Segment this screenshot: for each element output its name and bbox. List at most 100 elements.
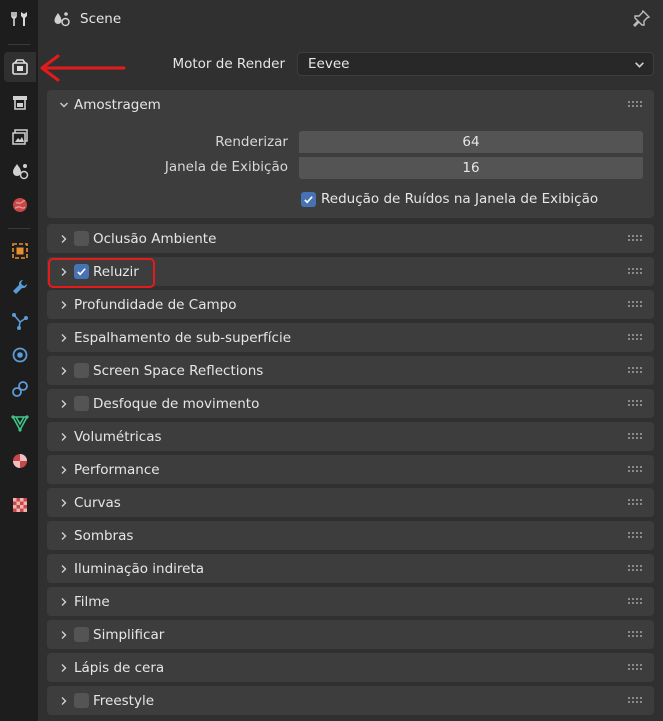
- output-tab[interactable]: [4, 88, 36, 118]
- panel-header-performance[interactable]: Performance: [47, 455, 654, 484]
- viewport-samples-label: Janela de Exibição: [164, 159, 288, 175]
- view-layer-icon: [12, 129, 28, 145]
- panel-title: Curvas: [74, 494, 121, 511]
- panel-desfoque-de-movimento: Desfoque de movimento: [47, 389, 654, 418]
- chevron-right-icon: [61, 432, 67, 441]
- panel-header-sombras[interactable]: Sombras: [47, 521, 654, 550]
- drag-handle-icon[interactable]: [628, 598, 644, 604]
- panel-enable-checkbox[interactable]: [74, 627, 89, 642]
- drag-handle-icon[interactable]: [628, 565, 644, 571]
- world-tab[interactable]: [4, 190, 36, 220]
- panel-header-desfoque-de-movimento[interactable]: Desfoque de movimento: [47, 389, 654, 418]
- panel-title: Volumétricas: [74, 428, 162, 445]
- panel-title: Amostragem: [74, 96, 161, 113]
- panel-volumetricas: Volumétricas: [47, 422, 654, 451]
- panel-espalhamento-de-sub-superficie: Espalhamento de sub-superfície: [47, 323, 654, 352]
- viewport-denoise-label: Redução de Ruídos na Janela de Exibição: [321, 191, 599, 207]
- drag-handle-icon[interactable]: [628, 334, 644, 340]
- panel-title: Screen Space Reflections: [93, 362, 264, 379]
- chevron-right-icon: [61, 498, 67, 507]
- render-samples-label: Renderizar: [215, 134, 288, 150]
- particles-tab[interactable]: [4, 306, 36, 336]
- chevron-right-icon: [61, 234, 67, 243]
- panel-title: Espalhamento de sub-superfície: [74, 329, 292, 346]
- viewport-denoise-checkbox[interactable]: Redução de Ruídos na Janela de Exibição: [301, 190, 598, 208]
- panel-profundidade-de-campo: Profundidade de Campo: [47, 290, 654, 319]
- drag-handle-icon[interactable]: [628, 367, 644, 373]
- drag-handle-icon[interactable]: [628, 697, 644, 703]
- panel-performance: Performance: [47, 455, 654, 484]
- chevron-right-icon: [61, 300, 67, 309]
- scene-tab[interactable]: [4, 156, 36, 186]
- panel-header-espalhamento-de-sub-superficie[interactable]: Espalhamento de sub-superfície: [47, 323, 654, 352]
- object-icon: [12, 243, 28, 259]
- panel-lapis-de-cera: Lápis de cera: [47, 653, 654, 682]
- render-engine-label: Motor de Render: [172, 56, 285, 72]
- data-tab[interactable]: [4, 408, 36, 438]
- drag-handle-icon[interactable]: [628, 433, 644, 439]
- panel-header-iluminacao-indireta[interactable]: Iluminação indireta: [47, 554, 654, 583]
- panel-header-oclusao-ambiente[interactable]: Oclusão Ambiente: [47, 224, 654, 253]
- chevron-right-icon: [61, 630, 67, 639]
- render-samples-row: Renderizar 64: [47, 131, 654, 153]
- chevron-right-icon: [61, 597, 67, 606]
- panel-oclusao-ambiente: Oclusão Ambiente: [47, 224, 654, 253]
- panel-enable-checkbox[interactable]: [74, 231, 89, 246]
- physics-tab[interactable]: [4, 340, 36, 370]
- render-engine-select[interactable]: Eevee: [297, 52, 654, 76]
- chevron-down-icon: [635, 62, 644, 68]
- drag-handle-icon[interactable]: [628, 532, 644, 538]
- chevron-right-icon: [61, 696, 67, 705]
- chevron-right-icon: [61, 399, 67, 408]
- panel-header-filme[interactable]: Filme: [47, 587, 654, 616]
- panel-header-screen-space-reflections[interactable]: Screen Space Reflections: [47, 356, 654, 385]
- panel-header-curvas[interactable]: Curvas: [47, 488, 654, 517]
- material-icon: [13, 454, 27, 468]
- drag-handle-icon[interactable]: [628, 101, 644, 107]
- panel-enable-checkbox[interactable]: [74, 693, 89, 708]
- drag-handle-icon[interactable]: [628, 235, 644, 241]
- panel-title: Reluzir: [93, 263, 139, 280]
- panel-enable-checkbox[interactable]: [74, 363, 89, 378]
- panel-simplificar: Simplificar: [47, 620, 654, 649]
- panel-title: Iluminação indireta: [74, 560, 205, 577]
- drag-handle-icon[interactable]: [628, 499, 644, 505]
- panel-title: Freestyle: [93, 692, 155, 709]
- panel-header-lapis-de-cera[interactable]: Lápis de cera: [47, 653, 654, 682]
- drag-handle-icon[interactable]: [628, 664, 644, 670]
- render-samples-field[interactable]: 64: [299, 131, 643, 153]
- panel-header-simplificar[interactable]: Simplificar: [47, 620, 654, 649]
- pin-icon[interactable]: [631, 9, 651, 29]
- constraints-tab[interactable]: [4, 374, 36, 404]
- panel-title: Profundidade de Campo: [74, 296, 237, 313]
- panel-header-volumetricas[interactable]: Volumétricas: [47, 422, 654, 451]
- drag-handle-icon[interactable]: [628, 466, 644, 472]
- drag-handle-icon[interactable]: [628, 400, 644, 406]
- properties-header: Scene: [38, 0, 663, 38]
- material-tab[interactable]: [4, 446, 36, 476]
- scene-icon: [13, 164, 29, 180]
- physics-icon: [12, 347, 28, 363]
- drag-handle-icon[interactable]: [628, 301, 644, 307]
- checkbox[interactable]: [301, 191, 316, 207]
- panel-header-freestyle[interactable]: Freestyle: [47, 686, 654, 715]
- panel-title: Filme: [74, 593, 110, 610]
- view-layer-tab[interactable]: [4, 122, 36, 152]
- mesh-data-icon: [11, 415, 29, 432]
- panel-header-amostragem[interactable]: Amostragem: [47, 90, 654, 119]
- drag-handle-icon[interactable]: [628, 268, 644, 274]
- panel-enable-checkbox[interactable]: [74, 264, 89, 279]
- panel-header-reluzir[interactable]: Reluzir: [47, 257, 654, 286]
- object-tab[interactable]: [4, 236, 36, 266]
- panel-enable-checkbox[interactable]: [74, 396, 89, 411]
- texture-icon: [13, 498, 27, 512]
- panel-title: Performance: [74, 461, 160, 478]
- panel-header-profundidade-de-campo[interactable]: Profundidade de Campo: [47, 290, 654, 319]
- tool-tab[interactable]: [4, 4, 36, 34]
- drag-handle-icon[interactable]: [628, 631, 644, 637]
- modifiers-tab[interactable]: [4, 272, 36, 302]
- texture-tab[interactable]: [4, 490, 36, 520]
- render-tab[interactable]: [4, 52, 36, 82]
- panel-title: Simplificar: [93, 626, 165, 643]
- viewport-samples-field[interactable]: 16: [299, 156, 643, 179]
